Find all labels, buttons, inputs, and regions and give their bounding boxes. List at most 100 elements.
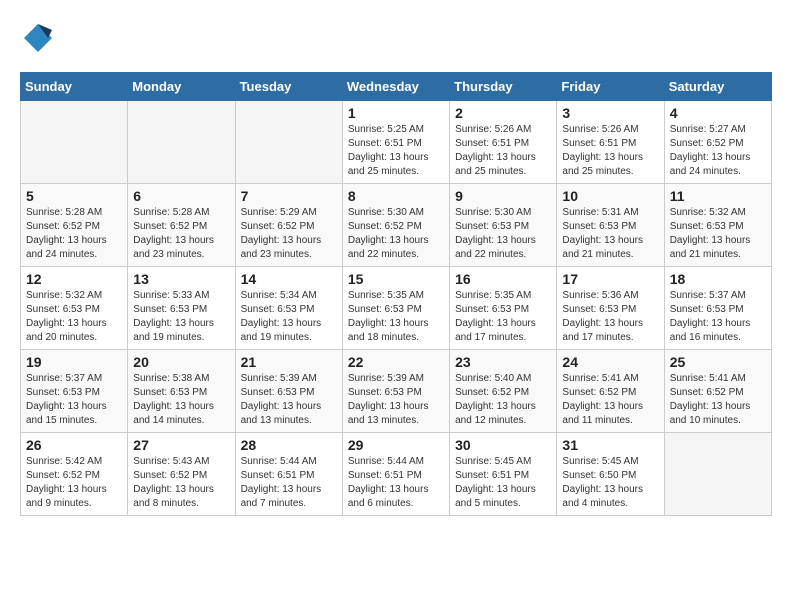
- calendar-cell: 16 Sunrise: 5:35 AM Sunset: 6:53 PM Dayli…: [450, 267, 557, 350]
- day-info: Sunrise: 5:27 AM Sunset: 6:52 PM Dayligh…: [670, 123, 766, 179]
- calendar-cell: 4 Sunrise: 5:27 AM Sunset: 6:52 PM Daylig…: [664, 101, 771, 184]
- calendar-cell: 13Sunrise: 5:33 AM Sunset: 6:53 PM Dayli…: [128, 267, 235, 350]
- day-number: 23: [455, 354, 551, 370]
- logo-icon: [20, 20, 56, 56]
- calendar-cell: 30 Sunrise: 5:45 AM Sunset: 6:51 PM Dayli…: [450, 433, 557, 516]
- day-number: 14: [241, 271, 337, 287]
- day-info: Sunrise: 5:35 AM Sunset: 6:53 PM Dayligh…: [348, 289, 444, 345]
- day-info: Sunrise: 5:29 AM Sunset: 6:52 PM Dayligh…: [241, 206, 337, 262]
- day-info: Sunrise: 5:33 AM Sunset: 6:53 PM Dayligh…: [133, 289, 229, 345]
- day-number: 6: [133, 188, 229, 204]
- day-info: Sunrise: 5:31 AM Sunset: 6:53 PM Dayligh…: [562, 206, 658, 262]
- calendar-cell: 29 Sunrise: 5:44 AM Sunset: 6:51 PM Dayli…: [342, 433, 449, 516]
- day-number: 15: [348, 271, 444, 287]
- day-number: 5: [26, 188, 122, 204]
- day-number: 3: [562, 105, 658, 121]
- day-number: 18: [670, 271, 766, 287]
- day-info: Sunrise: 5:30 AM Sunset: 6:53 PM Dayligh…: [455, 206, 551, 262]
- calendar-cell: 3 Sunrise: 5:26 AM Sunset: 6:51 PM Daylig…: [557, 101, 664, 184]
- calendar-cell: 5 Sunrise: 5:28 AM Sunset: 6:52 PM Daylig…: [21, 184, 128, 267]
- calendar-cell: 31 Sunrise: 5:45 AM Sunset: 6:50 PM Dayli…: [557, 433, 664, 516]
- calendar-cell: 10 Sunrise: 5:31 AM Sunset: 6:53 PM Dayli…: [557, 184, 664, 267]
- day-number: 28: [241, 437, 337, 453]
- day-number: 27: [133, 437, 229, 453]
- calendar-cell: 12 Sunrise: 5:32 AM Sunset: 6:53 PM Dayli…: [21, 267, 128, 350]
- day-info: Sunrise: 5:36 AM Sunset: 6:53 PM Dayligh…: [562, 289, 658, 345]
- calendar-cell: 26 Sunrise: 5:42 AM Sunset: 6:52 PM Dayli…: [21, 433, 128, 516]
- day-info: Sunrise: 5:45 AM Sunset: 6:50 PM Dayligh…: [562, 455, 658, 511]
- day-number: 25: [670, 354, 766, 370]
- calendar-cell: 28 Sunrise: 5:44 AM Sunset: 6:51 PM Dayli…: [235, 433, 342, 516]
- day-info: Sunrise: 5:40 AM Sunset: 6:52 PM Dayligh…: [455, 372, 551, 428]
- day-info: Sunrise: 5:32 AM Sunset: 6:53 PM Dayligh…: [26, 289, 122, 345]
- calendar-cell: 22 Sunrise: 5:39 AM Sunset: 6:53 PM Dayli…: [342, 350, 449, 433]
- calendar-cell: 8Sunrise: 5:30 AM Sunset: 6:52 PM Daylig…: [342, 184, 449, 267]
- calendar-cell: 11 Sunrise: 5:32 AM Sunset: 6:53 PM Dayli…: [664, 184, 771, 267]
- day-number: 2: [455, 105, 551, 121]
- day-info: Sunrise: 5:35 AM Sunset: 6:53 PM Dayligh…: [455, 289, 551, 345]
- day-number: 9: [455, 188, 551, 204]
- calendar-cell: [235, 101, 342, 184]
- day-info: Sunrise: 5:44 AM Sunset: 6:51 PM Dayligh…: [348, 455, 444, 511]
- calendar-cell: 1 Sunrise: 5:25 AM Sunset: 6:51 PM Daylig…: [342, 101, 449, 184]
- calendar-table: SundayMondayTuesdayWednesdayThursdayFrid…: [20, 72, 772, 516]
- weekday-header-friday: Friday: [557, 73, 664, 101]
- calendar-cell: 19 Sunrise: 5:37 AM Sunset: 6:53 PM Dayli…: [21, 350, 128, 433]
- calendar-cell: 17 Sunrise: 5:36 AM Sunset: 6:53 PM Dayli…: [557, 267, 664, 350]
- day-info: Sunrise: 5:32 AM Sunset: 6:53 PM Dayligh…: [670, 206, 766, 262]
- day-number: 22: [348, 354, 444, 370]
- day-number: 26: [26, 437, 122, 453]
- day-info: Sunrise: 5:39 AM Sunset: 6:53 PM Dayligh…: [348, 372, 444, 428]
- day-number: 19: [26, 354, 122, 370]
- calendar-cell: 15 Sunrise: 5:35 AM Sunset: 6:53 PM Dayli…: [342, 267, 449, 350]
- day-info: Sunrise: 5:26 AM Sunset: 6:51 PM Dayligh…: [455, 123, 551, 179]
- day-number: 17: [562, 271, 658, 287]
- day-info: Sunrise: 5:37 AM Sunset: 6:53 PM Dayligh…: [26, 372, 122, 428]
- day-number: 30: [455, 437, 551, 453]
- day-info: Sunrise: 5:44 AM Sunset: 6:51 PM Dayligh…: [241, 455, 337, 511]
- day-info: Sunrise: 5:41 AM Sunset: 6:52 PM Dayligh…: [562, 372, 658, 428]
- day-info: Sunrise: 5:41 AM Sunset: 6:52 PM Dayligh…: [670, 372, 766, 428]
- weekday-header-thursday: Thursday: [450, 73, 557, 101]
- day-number: 8: [348, 188, 444, 204]
- day-info: Sunrise: 5:28 AM Sunset: 6:52 PM Dayligh…: [26, 206, 122, 262]
- day-info: Sunrise: 5:37 AM Sunset: 6:53 PM Dayligh…: [670, 289, 766, 345]
- day-info: Sunrise: 5:39 AM Sunset: 6:53 PM Dayligh…: [241, 372, 337, 428]
- day-number: 12: [26, 271, 122, 287]
- logo: [20, 20, 62, 56]
- day-number: 7: [241, 188, 337, 204]
- calendar-cell: 27Sunrise: 5:43 AM Sunset: 6:52 PM Dayli…: [128, 433, 235, 516]
- calendar-cell: 18 Sunrise: 5:37 AM Sunset: 6:53 PM Dayli…: [664, 267, 771, 350]
- day-number: 16: [455, 271, 551, 287]
- weekday-header-saturday: Saturday: [664, 73, 771, 101]
- day-number: 20: [133, 354, 229, 370]
- calendar-cell: [128, 101, 235, 184]
- calendar-cell: 20 Sunrise: 5:38 AM Sunset: 6:53 PM Dayli…: [128, 350, 235, 433]
- page-header: [20, 20, 772, 56]
- calendar-cell: 14Sunrise: 5:34 AM Sunset: 6:53 PM Dayli…: [235, 267, 342, 350]
- calendar-cell: 21 Sunrise: 5:39 AM Sunset: 6:53 PM Dayli…: [235, 350, 342, 433]
- weekday-header-wednesday: Wednesday: [342, 73, 449, 101]
- day-number: 21: [241, 354, 337, 370]
- weekday-header-sunday: Sunday: [21, 73, 128, 101]
- day-number: 24: [562, 354, 658, 370]
- day-info: Sunrise: 5:28 AM Sunset: 6:52 PM Dayligh…: [133, 206, 229, 262]
- day-info: Sunrise: 5:26 AM Sunset: 6:51 PM Dayligh…: [562, 123, 658, 179]
- day-number: 10: [562, 188, 658, 204]
- calendar-cell: 2 Sunrise: 5:26 AM Sunset: 6:51 PM Daylig…: [450, 101, 557, 184]
- calendar-cell: 24 Sunrise: 5:41 AM Sunset: 6:52 PM Dayli…: [557, 350, 664, 433]
- weekday-header-tuesday: Tuesday: [235, 73, 342, 101]
- calendar-cell: 6 Sunrise: 5:28 AM Sunset: 6:52 PM Daylig…: [128, 184, 235, 267]
- day-number: 11: [670, 188, 766, 204]
- calendar-cell: 9 Sunrise: 5:30 AM Sunset: 6:53 PM Daylig…: [450, 184, 557, 267]
- day-info: Sunrise: 5:25 AM Sunset: 6:51 PM Dayligh…: [348, 123, 444, 179]
- day-info: Sunrise: 5:38 AM Sunset: 6:53 PM Dayligh…: [133, 372, 229, 428]
- day-info: Sunrise: 5:42 AM Sunset: 6:52 PM Dayligh…: [26, 455, 122, 511]
- day-info: Sunrise: 5:45 AM Sunset: 6:51 PM Dayligh…: [455, 455, 551, 511]
- day-number: 4: [670, 105, 766, 121]
- day-number: 1: [348, 105, 444, 121]
- calendar-cell: [664, 433, 771, 516]
- day-number: 29: [348, 437, 444, 453]
- day-number: 31: [562, 437, 658, 453]
- calendar-cell: 25 Sunrise: 5:41 AM Sunset: 6:52 PM Dayli…: [664, 350, 771, 433]
